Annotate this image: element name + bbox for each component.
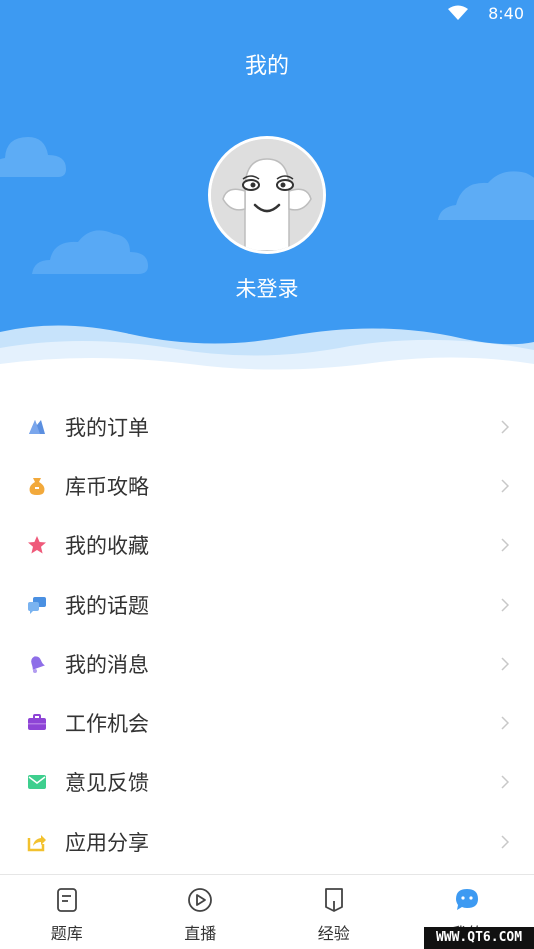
chevron-right-icon [501,479,510,493]
menu-item-coin-guide[interactable]: 库币攻略 [0,456,534,515]
wave-decoration [0,325,534,380]
profile-menu: 我的订单 库币攻略 我的收藏 我的话题 我的消息 工作机会 意见反馈 应用分享 [0,397,534,871]
bell-icon [31,656,45,673]
star-icon [28,536,46,554]
coin-bag-icon [29,477,45,495]
menu-item-label: 应用分享 [65,830,149,855]
bookmark-icon [324,888,343,912]
share-icon [27,834,46,851]
tab-label: 题库 [50,924,83,943]
login-status[interactable]: 未登录 [0,273,534,303]
play-icon [188,888,213,912]
tab-question-bank[interactable]: 题库 [0,875,134,949]
tab-live[interactable]: 直播 [134,875,268,949]
status-time: 8:40 [488,4,524,23]
menu-item-label: 我的订单 [65,415,149,440]
menu-item-favorites[interactable]: 我的收藏 [0,516,534,575]
avatar[interactable] [208,136,326,254]
chevron-right-icon [501,716,510,730]
chevron-right-icon [501,835,510,849]
cloud-right [438,171,534,220]
menu-item-label: 我的话题 [65,593,149,618]
menu-item-label: 我的收藏 [65,534,149,559]
page-title: 我的 [244,54,289,79]
tab-label: 直播 [184,924,217,943]
menu-item-label: 我的消息 [65,652,149,677]
chevron-right-icon [501,538,510,552]
menu-item-jobs[interactable]: 工作机会 [0,693,534,752]
menu-item-share[interactable]: 应用分享 [0,812,534,871]
menu-item-label: 库币攻略 [65,474,149,499]
watermark: WWW.QT6.COM [424,927,534,949]
menu-item-feedback[interactable]: 意见反馈 [0,753,534,812]
menu-item-label: 工作机会 [65,712,149,737]
chevron-right-icon [501,598,510,612]
profile-header: 8:40 我的 未登录 [0,0,534,380]
tab-label: 经验 [317,924,350,943]
menu-item-orders[interactable]: 我的订单 [0,397,534,456]
order-icon [29,419,45,434]
menu-item-label: 意见反馈 [65,771,149,796]
cloud-left-top [0,137,66,177]
wifi-icon [448,5,468,20]
menu-item-topics[interactable]: 我的话题 [0,575,534,634]
tab-experience[interactable]: 经验 [267,875,401,949]
briefcase-icon [28,714,46,731]
mail-icon [28,775,46,790]
default-avatar-icon [211,139,323,251]
cloud-left-bottom [32,230,148,274]
chevron-right-icon [501,420,510,434]
question-bank-icon [56,888,77,912]
chevron-right-icon [501,657,510,671]
menu-item-messages[interactable]: 我的消息 [0,634,534,693]
chat-bubbles-icon [28,596,46,614]
chat-face-icon [456,889,479,910]
status-bar: 8:40 [0,0,534,28]
chevron-right-icon [501,775,510,789]
